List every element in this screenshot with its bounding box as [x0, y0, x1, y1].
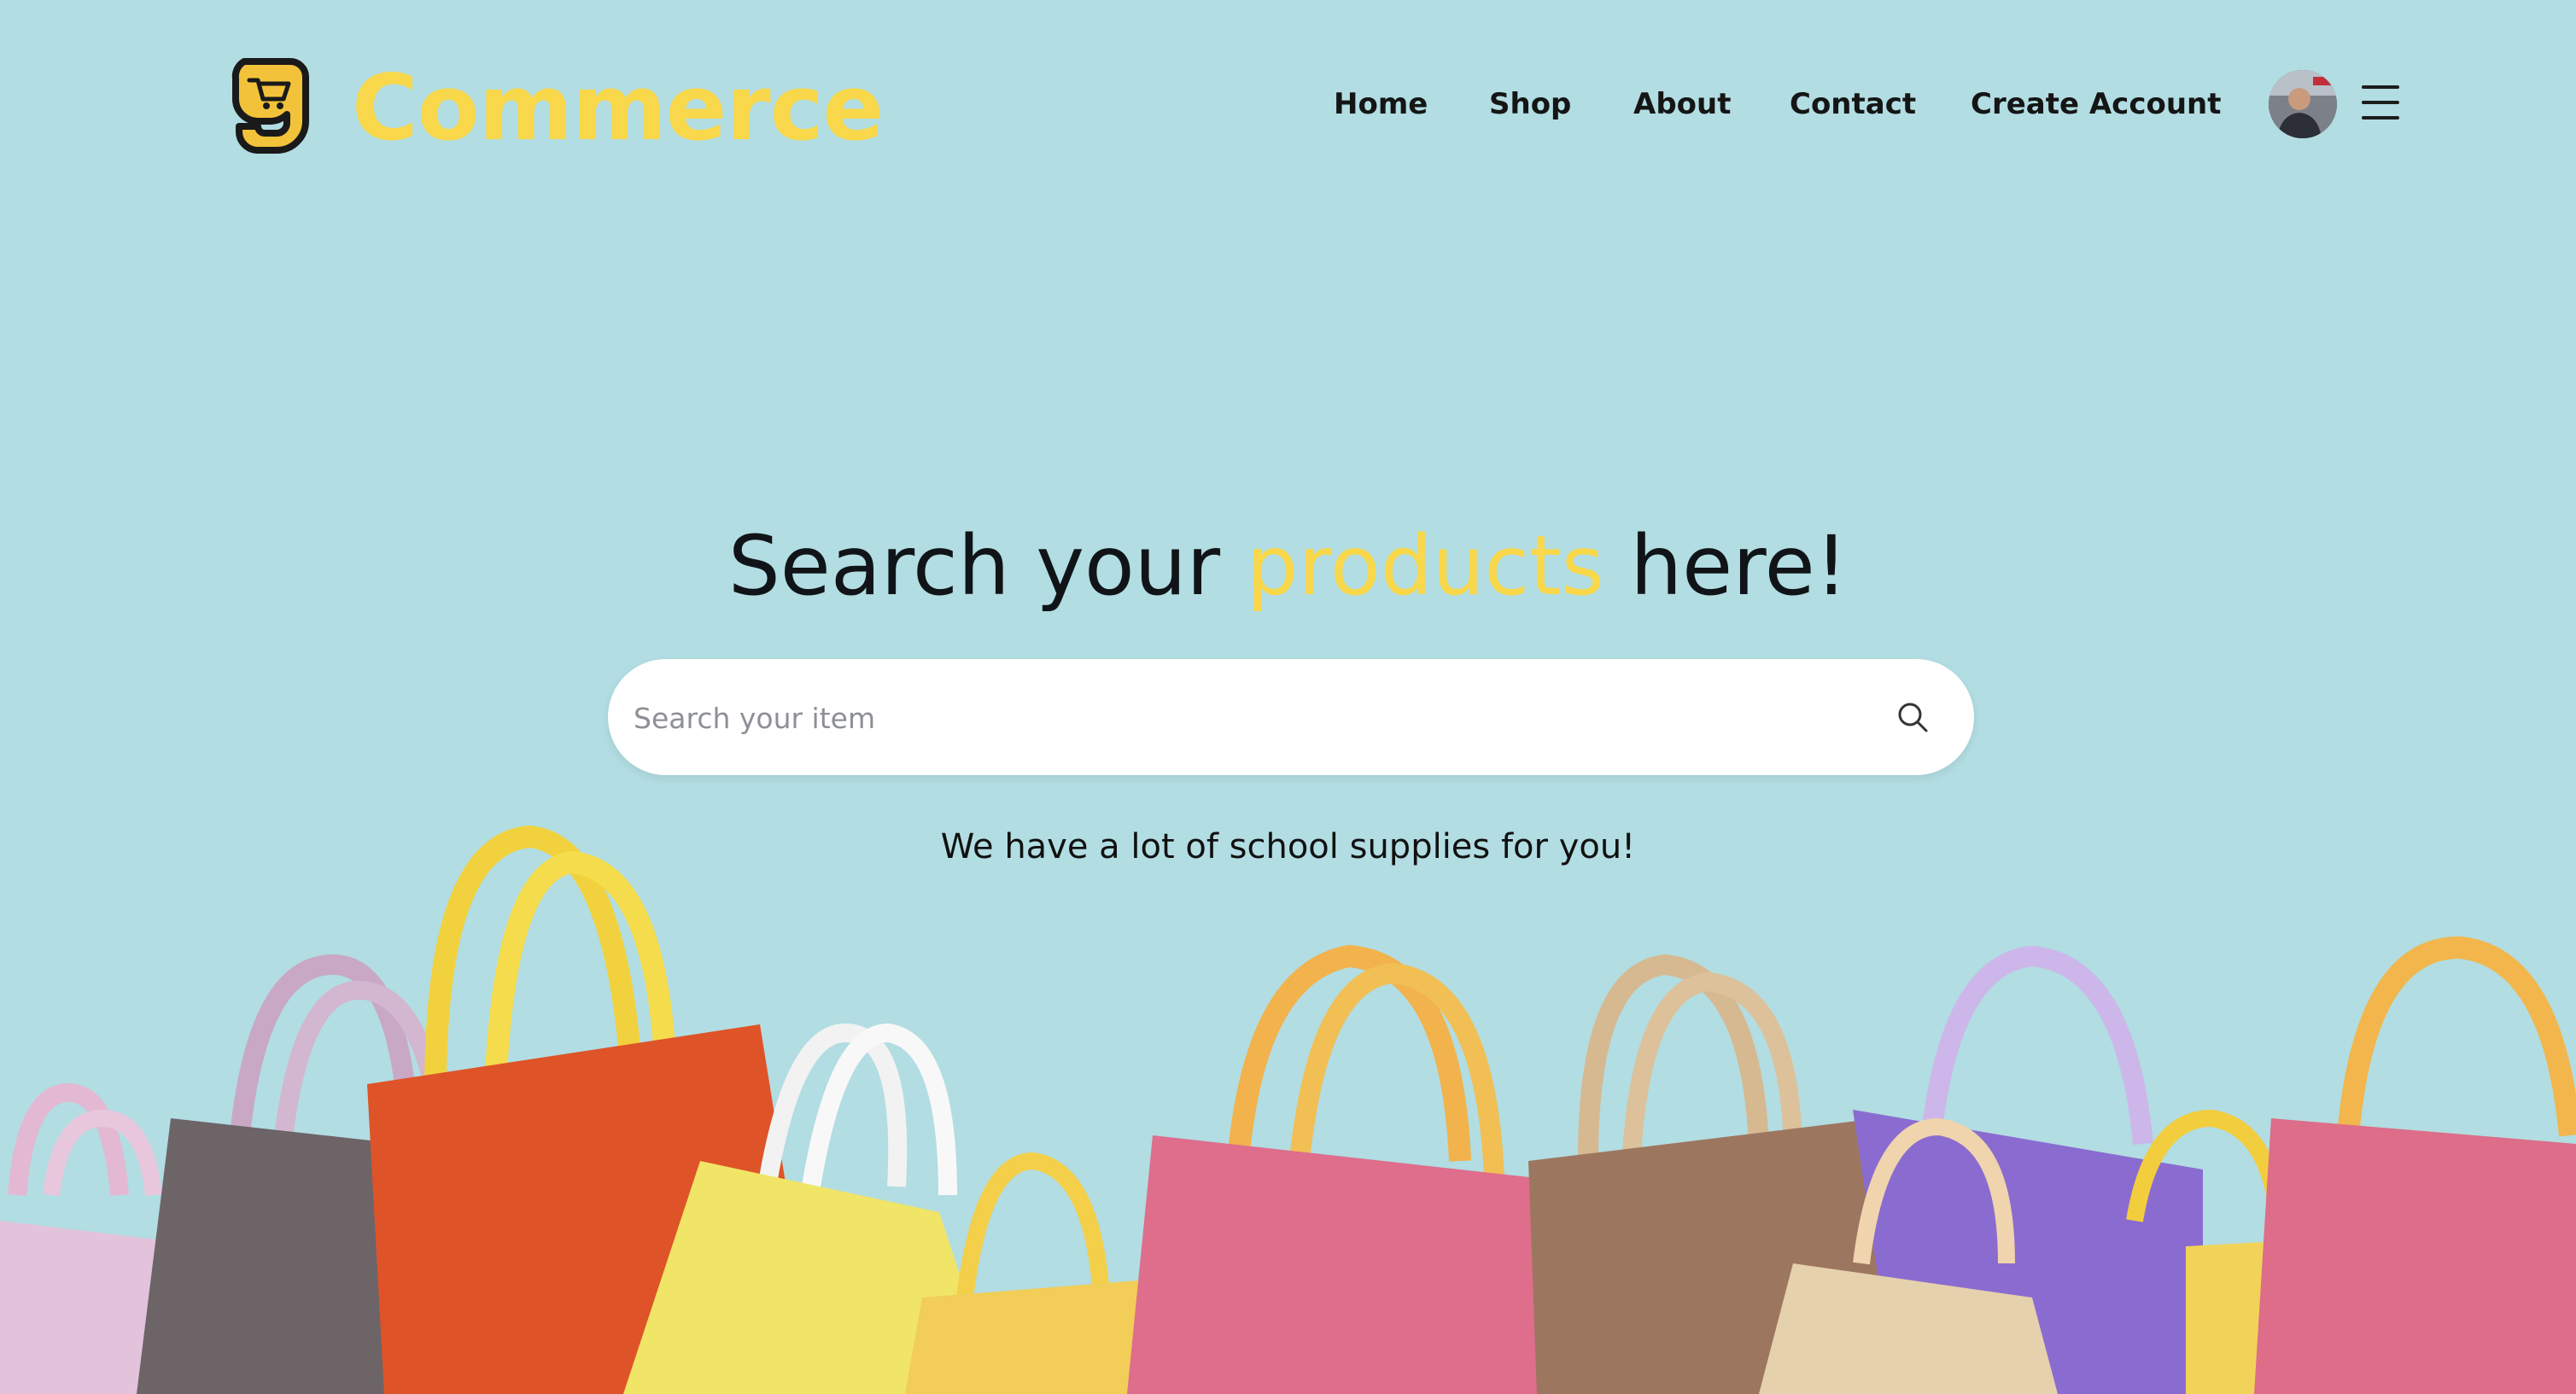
hero-title: Search your products here!	[0, 510, 2576, 621]
cart-logo-icon[interactable]	[229, 55, 311, 155]
search-bar	[608, 659, 1974, 775]
nav-shop[interactable]: Shop	[1489, 79, 1571, 130]
bag-pink-center	[1127, 944, 1545, 1394]
bag-pink-right	[2254, 936, 2576, 1394]
search-input[interactable]	[632, 683, 1831, 753]
brand-name[interactable]: Commerce	[352, 44, 884, 172]
hero-title-accent: products	[1246, 518, 1604, 614]
site-header: Commerce Home Shop About Contact Create …	[0, 0, 2576, 213]
nav-about[interactable]: About	[1633, 79, 1731, 130]
user-avatar[interactable]	[2269, 70, 2337, 138]
hamburger-menu-icon[interactable]	[2362, 85, 2399, 123]
nav-create-account[interactable]: Create Account	[1971, 79, 2222, 130]
hero-title-start: Search your	[727, 518, 1247, 614]
nav-home[interactable]: Home	[1334, 79, 1428, 130]
search-icon[interactable]	[1894, 698, 1931, 736]
shopping-bags-illustration	[0, 825, 2576, 1394]
hero-title-end: here!	[1603, 518, 1849, 614]
nav-contact[interactable]: Contact	[1790, 79, 1916, 130]
